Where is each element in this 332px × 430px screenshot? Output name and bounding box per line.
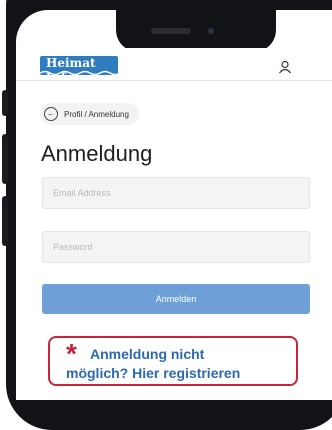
callout-text-line1: Anmeldung nicht: [90, 346, 205, 362]
speaker-grille: [151, 28, 191, 34]
phone-notch: [116, 10, 276, 52]
phone-volume-down-button: [2, 196, 8, 246]
phone-side-button: [2, 90, 8, 116]
login-button[interactable]: Anmelden: [42, 284, 310, 314]
email-field[interactable]: Email Address: [42, 177, 310, 209]
phone-volume-up-button: [2, 134, 8, 184]
logo[interactable]: Heimat Info: [40, 56, 118, 75]
user-icon[interactable]: [278, 60, 292, 74]
password-placeholder: Password: [53, 242, 93, 252]
email-placeholder: Email Address: [53, 188, 111, 198]
front-camera: [208, 28, 214, 34]
asterisk-icon: *: [66, 338, 77, 369]
app-header: Heimat Info: [16, 48, 332, 81]
page-title: Anmeldung: [41, 141, 153, 166]
logo-wave-icon: [40, 70, 118, 75]
login-button-label: Anmelden: [155, 294, 197, 304]
callout-text-line2[interactable]: möglich? Hier registrieren: [66, 365, 240, 381]
breadcrumb-text: Profil / Anmeldung: [64, 109, 129, 119]
back-arrow-icon[interactable]: ←: [44, 107, 58, 121]
register-callout[interactable]: * Anmeldung nicht möglich? Hier registri…: [48, 336, 298, 386]
breadcrumb[interactable]: ← Profil / Anmeldung: [40, 103, 139, 125]
password-field[interactable]: Password: [42, 231, 310, 263]
